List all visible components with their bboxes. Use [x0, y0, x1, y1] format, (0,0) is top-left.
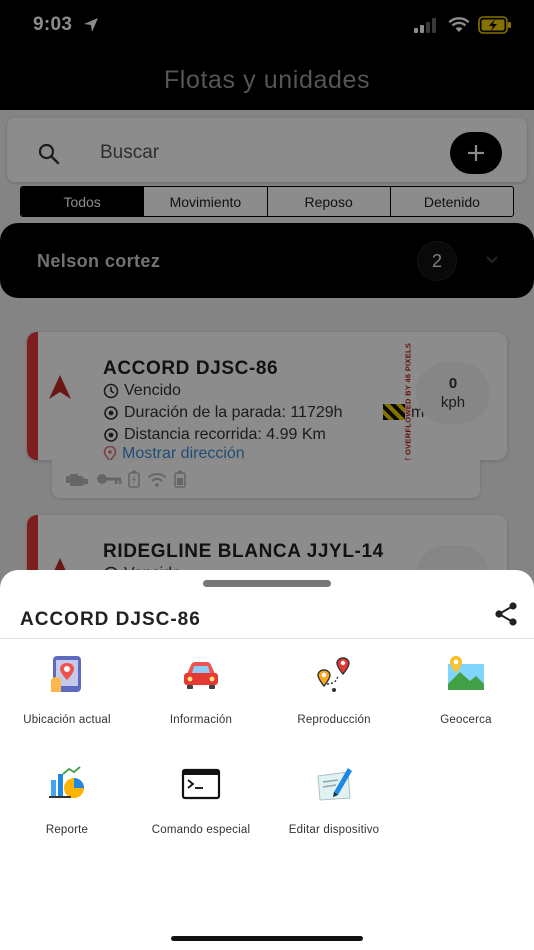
- route-playback-icon: [317, 657, 350, 692]
- share-icon: [495, 602, 517, 626]
- report-chart-icon: [49, 766, 84, 798]
- current-location-icon: [51, 656, 81, 692]
- edit-device-icon: [317, 768, 352, 801]
- geofence-map-icon: [448, 656, 484, 690]
- sheet-drag-handle[interactable]: [203, 580, 331, 587]
- action-label: Editar dispositivo: [288, 824, 380, 836]
- car-info-icon: [184, 662, 218, 689]
- home-indicator: [171, 936, 363, 941]
- terminal-command-icon: [181, 768, 221, 800]
- action-report[interactable]: Reporte: [0, 764, 134, 844]
- action-label: Geocerca: [440, 714, 492, 726]
- action-edit-device[interactable]: Editar dispositivo: [267, 764, 401, 844]
- action-label: Comando especial: [151, 824, 251, 836]
- actions-bottom-sheet: ACCORD DJSC-86 Ubicación actual Informac…: [0, 570, 534, 950]
- sheet-title: ACCORD DJSC-86: [20, 609, 201, 630]
- action-label: Ubicación actual: [23, 714, 111, 726]
- action-label: Reproducción: [297, 714, 371, 726]
- share-button[interactable]: [490, 598, 522, 630]
- action-special-command[interactable]: Comando especial: [134, 764, 268, 844]
- action-label: Información: [169, 714, 233, 726]
- action-playback[interactable]: Reproducción: [267, 654, 401, 734]
- divider: [0, 638, 534, 639]
- action-label: Reporte: [45, 824, 89, 836]
- action-current-location[interactable]: Ubicación actual: [0, 654, 134, 734]
- action-information[interactable]: Información: [134, 654, 268, 734]
- action-geofence[interactable]: Geocerca: [399, 654, 533, 734]
